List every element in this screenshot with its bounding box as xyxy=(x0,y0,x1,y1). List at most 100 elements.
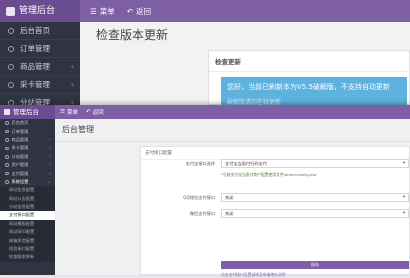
back-arrow-icon: ↶ xyxy=(85,109,91,115)
sidebar-item-cards[interactable]: 采卡管理 ‹ xyxy=(0,76,80,94)
chevron-left-icon: ‹ xyxy=(49,153,51,160)
info-alert: 您好，当前已刷新本为V5.5破解版，不支持自动更新 破解版请勿在线更新 xyxy=(221,77,407,106)
sidebar-item-label: 采卡管理 xyxy=(20,80,50,89)
chevron-left-icon: ‹ xyxy=(49,136,51,143)
page-title: 后台管理 xyxy=(62,125,94,134)
circle-icon xyxy=(8,27,14,34)
sidebar-subitem-seo-config[interactable]: 网站SEO配置 xyxy=(0,228,55,237)
sidebar-item-label: 网站SEO配置 xyxy=(9,229,35,235)
circle-icon xyxy=(5,171,9,176)
sidebar-item-label: 用户管理 xyxy=(11,162,29,168)
sidebar-subitem-version-update[interactable]: 检查版本更新 xyxy=(0,253,55,262)
home-icon xyxy=(6,6,15,16)
sidebar: 后台首页 订单管理 商品管理 ‹ 采卡管理 ‹ 分站管理 ‹ xyxy=(0,22,80,112)
brand-title: 管理后台 xyxy=(19,6,56,16)
sidebar-item-label: 检查版本更新 xyxy=(9,254,35,260)
sidebar: 后台首页 订单管理 商品管理 ‹ 采卡管理 ‹ 分站管理 ‹ 用户管理 ‹ 支付… xyxy=(0,119,55,275)
circle-icon xyxy=(5,163,9,167)
circle-icon xyxy=(5,146,9,151)
sidebar-item-label: 订单管理 xyxy=(20,44,50,53)
brand: 管理后台 xyxy=(0,0,80,22)
home-icon xyxy=(4,109,10,115)
brand: 管理后台 xyxy=(0,105,55,119)
sidebar-item-label: 网站模板配置 xyxy=(9,220,35,226)
caret-down-icon: ▾ xyxy=(402,211,405,216)
back-button[interactable]: ↶ 返回 xyxy=(127,6,151,17)
back-button[interactable]: ↶ 返回 xyxy=(86,108,104,116)
sidebar-item-label: 商品管理 xyxy=(11,136,29,142)
sidebar-item-label: 后台首页 xyxy=(20,26,50,35)
menu-label: 菜单 xyxy=(99,6,115,16)
gear-icon xyxy=(5,180,9,184)
alipay-select[interactable]: 支付宝当面付扫码支付 ▾ xyxy=(221,159,409,168)
sidebar-item-home[interactable]: 后台首页 xyxy=(0,22,80,40)
top-bar: 管理后台 ☰ 菜单 ↶ 返回 xyxy=(0,0,410,22)
field-label: 微信支付接口 xyxy=(189,211,215,216)
sidebar-subitem-site-notice[interactable]: 网站公告配置 xyxy=(0,194,55,203)
background-admin-window: 管理后台 ☰ 菜单 ↶ 返回 后台首页 订单管理 商品管理 ‹ 采卡管理 ‹ 分… xyxy=(0,0,410,112)
circle-icon xyxy=(8,45,14,52)
sidebar-item-home[interactable]: 后台首页 xyxy=(0,119,55,127)
select-value: 关闭 xyxy=(225,195,234,200)
sidebar-subitem-substation-info[interactable]: 分站信息配置 xyxy=(0,202,55,212)
page-title: 检查版本更新 xyxy=(96,28,169,42)
update-panel: 检查更新 您好，当前已刷新本为V5.5破解版，不支持自动更新 破解版请勿在线更新 xyxy=(208,50,410,106)
sidebar-subitem-sms-config[interactable]: 短信接口配置 xyxy=(0,244,55,254)
sidebar-item-users[interactable]: 用户管理 ‹ xyxy=(0,161,55,169)
menu-icon: ☰ xyxy=(90,6,97,16)
chevron-left-icon: ‹ xyxy=(70,62,74,71)
field-label: 支付宝接口选择 xyxy=(185,161,215,166)
chevron-left-icon: ‹ xyxy=(70,80,74,89)
back-label: 返回 xyxy=(92,110,104,116)
top-bar: 管理后台 ☰ 菜单 ↶ 返回 xyxy=(0,105,410,119)
alert-text: 您好，当前已刷新本为V5.5破解版，不支持自动更新 xyxy=(227,83,390,91)
divider xyxy=(55,141,410,142)
menu-button[interactable]: ☰ 菜单 xyxy=(60,108,78,116)
top-nav: ☰ 菜单 ↶ 返回 xyxy=(60,105,104,119)
sidebar-item-label: 支付接口配置 xyxy=(9,212,35,218)
sidebar-item-label: 订单管理 xyxy=(11,128,29,134)
sidebar-item-label: 网站信息配置 xyxy=(9,187,35,193)
sidebar-subitem-template-config[interactable]: 网站模板配置 xyxy=(0,219,55,229)
sidebar-item-label: 分站管理 xyxy=(11,153,29,159)
sidebar-item-payments[interactable]: 支付管理 ‹ xyxy=(0,169,55,177)
sidebar-item-label: 后台首页 xyxy=(11,120,29,126)
sidebar-item-label: 商品管理 xyxy=(20,62,50,71)
sidebar-subitem-mail-config[interactable]: 邮箱发信配置 xyxy=(0,236,55,245)
chevron-left-icon: ‹ xyxy=(49,170,51,177)
config-note: *当前支付宝当面付商户配置使用文件/other/config.php xyxy=(221,172,317,177)
qqpay-select[interactable]: 关闭 ▾ xyxy=(221,193,409,202)
wechat-select[interactable]: 关闭 ▾ xyxy=(221,209,409,218)
sidebar-item-substations[interactable]: 分站管理 ‹ xyxy=(0,153,55,161)
panel-heading: 检查更新 xyxy=(209,51,409,72)
sidebar-item-system-settings[interactable]: 系统设置 ⌄ xyxy=(0,178,55,186)
menu-icon: ☰ xyxy=(60,109,65,115)
circle-icon xyxy=(5,155,9,159)
chevron-down-icon: ⌄ xyxy=(46,178,51,185)
sidebar-item-products[interactable]: 商品管理 ‹ xyxy=(0,136,55,144)
back-label: 返回 xyxy=(136,6,152,16)
field-label: QQ钱包支付接口 xyxy=(183,195,215,200)
circle-icon xyxy=(8,81,14,88)
help-link[interactable]: 点击支付接口设置说明及申请地址说明 xyxy=(221,272,286,278)
select-value: 支付宝当面付扫码支付 xyxy=(225,161,267,166)
circle-icon xyxy=(8,63,14,70)
circle-icon xyxy=(5,121,9,125)
save-button[interactable]: 保存 xyxy=(221,261,409,269)
chevron-left-icon: ‹ xyxy=(49,162,51,169)
sidebar-subitem-site-info[interactable]: 网站信息配置 xyxy=(0,186,55,195)
sidebar-item-orders[interactable]: 订单管理 xyxy=(0,127,55,135)
sidebar-item-cards[interactable]: 采卡管理 ‹ xyxy=(0,144,55,152)
back-arrow-icon: ↶ xyxy=(126,6,134,16)
menu-button[interactable]: ☰ 菜单 xyxy=(90,6,115,17)
sidebar-item-orders[interactable]: 订单管理 xyxy=(0,40,80,58)
foreground-admin-window: 管理后台 ☰ 菜单 ↶ 返回 后台首页 订单管理 商品管理 ‹ 采卡管理 ‹ 分… xyxy=(0,105,410,278)
payment-config-panel: 支付接口配置 支付宝接口选择 支付宝当面付扫码支付 ▾ *当前支付宝当面付商户配… xyxy=(140,146,410,278)
sidebar-item-products[interactable]: 商品管理 ‹ xyxy=(0,58,80,76)
sidebar-subitem-payment-config[interactable]: 支付接口配置 xyxy=(0,211,55,220)
sidebar-item-label: 分站信息配置 xyxy=(9,204,35,210)
sidebar-item-label: 邮箱发信配置 xyxy=(9,237,35,243)
circle-icon xyxy=(5,138,9,142)
sidebar-item-label: 支付管理 xyxy=(11,170,29,176)
menu-label: 菜单 xyxy=(66,110,78,116)
